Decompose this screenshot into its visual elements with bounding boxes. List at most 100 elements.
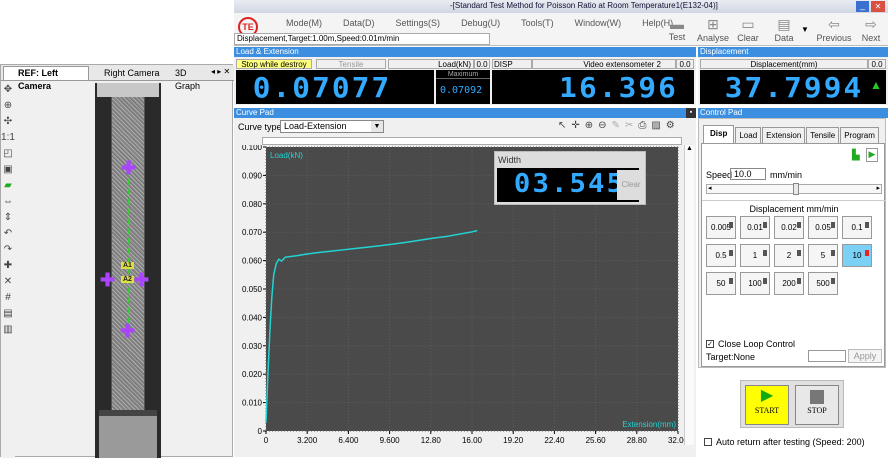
target-input[interactable] [808,350,846,362]
load-zero-button[interactable]: 0.0 [474,59,490,69]
zoom-in-icon[interactable]: ⊕ [585,120,593,133]
marker-cross-top[interactable]: ✚ [121,159,136,177]
toolbar-test[interactable]: ▬ Test [660,16,694,42]
control-pad: Disp Load Extension Tensile Program ▙ ▶ … [698,118,886,368]
menu-tools[interactable]: Tools(T) [521,18,554,30]
stop-while-destroy[interactable]: Stop while destroy [236,59,312,69]
marker-cross-left[interactable]: ✚ [100,271,115,289]
menu-mode[interactable]: Mode(M) [286,18,322,30]
speed-100[interactable]: 100 [740,272,770,295]
close-loop-checkbox[interactable]: ✓ [706,340,714,348]
toolbar-next[interactable]: ⇨ Next [855,16,887,43]
pan-icon[interactable]: ✥ [1,82,15,98]
pointer-icon[interactable]: ↖ [558,120,566,133]
slider-right-icon[interactable]: ▸ [876,184,880,192]
menu-debug[interactable]: Debug(U) [461,18,500,30]
width-clear-button[interactable]: Clear [617,170,645,200]
speed-200[interactable]: 200 [774,272,804,295]
ratio-icon[interactable]: 1:1 [1,130,15,146]
tab-right-camera[interactable]: Right Camera [92,67,160,80]
y-tick-label: 0.060 [242,257,263,266]
marker-a2: A2 [121,276,134,283]
apply-button[interactable]: Apply [848,349,882,363]
toolbar-previous[interactable]: ⇦ Previous [814,16,854,43]
minimize-button[interactable]: _ [856,1,869,12]
settings-icon[interactable]: ⚙ [666,120,675,133]
menu-data[interactable]: Data(D) [343,18,375,30]
tab-extension[interactable]: Extension [762,127,806,143]
speed-10[interactable]: 10 [842,244,872,267]
speed-50[interactable]: 50 [706,272,736,295]
crosshair-icon[interactable]: ✛ [571,120,579,133]
tab-left-camera[interactable]: REF: Left Camera [3,66,89,91]
window-icon[interactable]: ▥ [1,322,15,338]
speed-0-005[interactable]: 0.005 [706,216,736,239]
speed-0-1[interactable]: 0.1 [842,216,872,239]
tab-scroll-icons[interactable]: ◂ ▸ ✕ [211,67,230,76]
marker-cross-bottom[interactable]: ✚ [120,322,135,340]
grid-icon[interactable]: # [1,290,15,306]
speed-2[interactable]: 2 [774,244,804,267]
speed-500[interactable]: 500 [808,272,838,295]
data-dropdown-icon[interactable]: ▼ [801,25,809,34]
toolbar-analyse[interactable]: ⊞ Analyse [696,16,730,43]
speed-0-01[interactable]: 0.01 [740,216,770,239]
tab-load[interactable]: Load [735,127,762,143]
camera-view[interactable]: ✚ ✚ ✚ ✚ A1 A2 [95,83,161,458]
pen-icon[interactable]: ✎ [612,120,620,133]
speed-slider[interactable]: ◂ ▸ [706,183,882,195]
displacement-zero-button[interactable]: 0.0 [868,59,886,69]
crop-icon[interactable]: ◰ [1,146,15,162]
width-label: Width [498,155,522,165]
up-arrow-icon: ▲ [870,78,882,92]
speed-5[interactable]: 5 [808,244,838,267]
tab-disp[interactable]: Disp [703,125,735,143]
zoom-out-icon[interactable]: ⊖ [598,120,606,133]
toolbar-data[interactable]: ▤ Data [767,16,801,43]
speed-0-05[interactable]: 0.05 [808,216,838,239]
vertical-arrow-icon[interactable]: ⇕ [1,210,15,226]
control-tabs: Disp Load Extension Tensile Program [703,125,880,143]
point-icon[interactable]: ✚ [1,258,15,274]
play-icon[interactable]: ▶ [866,148,878,162]
slider-thumb[interactable] [793,183,799,195]
export-icon[interactable]: ▨ [651,120,660,133]
horizontal-arrow-icon[interactable]: ⇔ [1,194,15,210]
menu-window[interactable]: Window(W) [575,18,622,30]
slider-left-icon[interactable]: ◂ [708,184,712,192]
chart-hscroll[interactable] [262,137,682,145]
menu-settings[interactable]: Settings(S) [396,18,441,30]
print-icon[interactable]: ⎙ [638,120,646,133]
tab-program[interactable]: Program [840,127,879,143]
y-tick-label: 0.010 [242,399,263,408]
ext-zero-button[interactable]: 0.0 [676,59,694,69]
x-tick-label: 22.40 [544,436,565,445]
toolbar-clear[interactable]: ▭ Clear [731,16,765,43]
green-icon[interactable]: ▰ [1,178,15,194]
zoom-icon[interactable]: ⊕ [1,98,15,114]
x-tick-label: 32.00 [668,436,684,445]
tab-tensile[interactable]: Tensile [806,127,840,143]
speed-input[interactable]: 10.0 [730,168,766,180]
lock-icon[interactable]: ▙ [852,150,860,161]
speed-0-5[interactable]: 0.5 [706,244,736,267]
left-toolbar: ✥ ⊕ ✣ 1:1 ◰ ▣ ▰ ⇔ ⇕ ↶ ↷ ✚ ✕ # ▤ ▥ [1,82,15,458]
curve-type-select[interactable]: Load-Extension ▼ [280,120,384,133]
move-icon[interactable]: ✣ [1,114,15,130]
tab-3d-graph[interactable]: 3D Graph [163,67,209,91]
box-icon[interactable]: ▣ [1,162,15,178]
close-button[interactable]: ✕ [871,1,885,12]
cross-icon[interactable]: ✕ [1,274,15,290]
chart-vscroll[interactable]: ▲ [684,145,694,445]
speed-0-02[interactable]: 0.02 [774,216,804,239]
cut-icon[interactable]: ✂ [625,120,633,133]
curve-pad-close-icon[interactable]: ▪ [686,108,696,118]
start-button[interactable]: ▶ START [745,385,789,425]
layers-icon[interactable]: ▤ [1,306,15,322]
undo-icon[interactable]: ↶ [1,226,15,242]
speed-1[interactable]: 1 [740,244,770,267]
marker-cross-right[interactable]: ✚ [134,271,149,289]
stop-button[interactable]: STOP [795,385,839,425]
auto-return-checkbox[interactable] [704,438,712,446]
redo-icon[interactable]: ↷ [1,242,15,258]
